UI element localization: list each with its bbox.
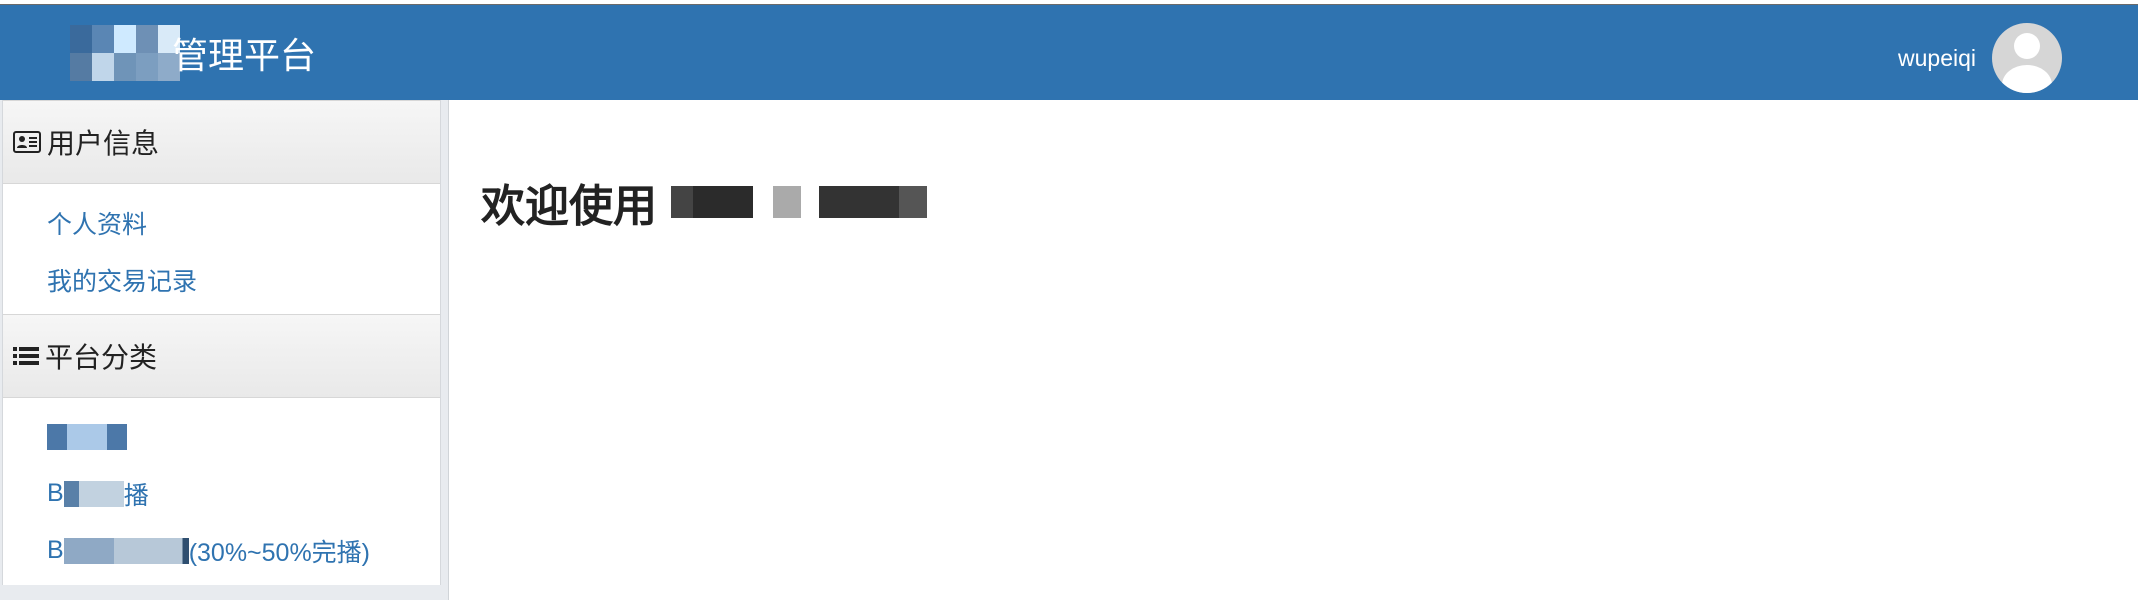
user-menu[interactable]: wupeiqi [1898,23,2062,93]
sidebar-item-label: 个人资料 [47,210,148,239]
brand-logo[interactable]: 管理平台 [70,25,316,81]
sidebar-panel-user-info: 用户信息 个人资料 我的交易记录 [2,100,441,314]
sidebar-item-profile[interactable]: 个人资料 [3,194,440,251]
pixelated-brand-mask [70,25,180,81]
redacted-label [63,480,124,507]
panel-heading-user-info[interactable]: 用户信息 [3,100,440,184]
panel-heading-platform-categories[interactable]: 平台分类 [3,314,440,398]
sidebar-item-category-3[interactable]: B (30%~50%完播) [3,522,440,579]
redacted-platform-name [671,184,927,220]
avatar[interactable] [1992,23,2062,93]
welcome-text: 欢迎使用 [481,182,657,231]
username[interactable]: wupeiqi [1898,45,1976,72]
redacted-label [63,537,189,564]
sidebar-item-label: 我的交易记录 [47,267,198,296]
main-content: 欢迎使用 [449,100,2138,600]
sidebar: 用户信息 个人资料 我的交易记录 平台分类 B 播 B (30%~50%完播) [0,100,449,600]
sidebar-item-transactions[interactable]: 我的交易记录 [3,251,440,308]
panel-title: 用户信息 [47,128,160,159]
sidebar-item-category-1[interactable] [3,408,440,465]
label-prefix: B [47,536,64,564]
label-suffix: 播 [123,481,149,510]
brand-title: 管理平台 [172,35,317,76]
label-suffix: (30%~50%完播) [188,538,371,567]
top-navbar: 管理平台 wupeiqi [0,4,2138,101]
sidebar-item-category-2[interactable]: B 播 [3,465,440,522]
list-icon [13,346,39,366]
sidebar-panel-platform-categories: 平台分类 B 播 B (30%~50%完播) [2,314,441,585]
label-prefix: B [47,479,64,507]
id-card-icon [13,131,41,153]
welcome-heading: 欢迎使用 [481,170,927,234]
panel-title: 平台分类 [45,342,158,373]
redacted-label [47,423,127,450]
